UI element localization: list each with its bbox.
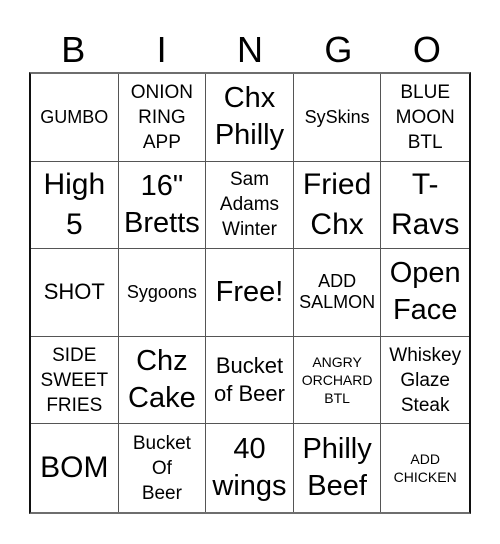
bingo-cell[interactable]: ADD CHICKEN	[381, 424, 469, 512]
bingo-cell[interactable]: Open Face	[381, 249, 469, 337]
header-letter-i: I	[156, 29, 167, 70]
bingo-cell[interactable]: High 5	[31, 161, 119, 250]
free-space-cell[interactable]: Free!	[206, 249, 294, 337]
bingo-cell[interactable]: Sam Adams Winter	[206, 161, 294, 250]
bingo-cell[interactable]: Whiskey Glaze Steak	[381, 337, 469, 425]
bingo-cell[interactable]: SySkins	[293, 74, 382, 162]
bingo-cell[interactable]: GUMBO	[31, 74, 119, 162]
bingo-header: B I N G O	[29, 28, 471, 72]
bingo-cell[interactable]: BLUE MOON BTL	[381, 74, 469, 162]
bingo-cell[interactable]: T- Ravs	[381, 162, 469, 250]
bingo-cell[interactable]: Chx Philly	[206, 74, 294, 162]
bingo-cell[interactable]: ANGRY ORCHARD BTL	[293, 336, 382, 425]
bingo-cell[interactable]: Bucket Of Beer	[119, 424, 207, 512]
header-letter-g: G	[324, 29, 353, 70]
bingo-cell[interactable]: ADD SALMON	[293, 249, 382, 337]
header-letter-n: N	[237, 29, 264, 70]
bingo-cell[interactable]: SIDE SWEET FRIES	[31, 336, 119, 425]
bingo-cell[interactable]: 40 wings	[206, 424, 294, 512]
bingo-cell[interactable]: Bucket of Beer	[206, 336, 294, 425]
bingo-cell[interactable]: Sygoons	[118, 249, 207, 337]
bingo-cell[interactable]: Philly Beef	[294, 424, 382, 512]
bingo-grid: GUMBO ONION RING APP Chx Philly SySkins BLUE…	[29, 72, 471, 514]
header-letter-o: O	[412, 29, 441, 70]
header-letter-b: B	[61, 29, 86, 70]
bingo-cell[interactable]: BOM	[31, 424, 119, 512]
bingo-cell[interactable]: SHOT	[31, 249, 119, 337]
bingo-cell[interactable]: Fried Chx	[293, 161, 382, 250]
bingo-cell[interactable]: Chz Cake	[118, 336, 207, 425]
bingo-cell[interactable]: 16" Bretts	[118, 161, 207, 250]
bingo-cell[interactable]: ONION RING APP	[118, 74, 207, 162]
